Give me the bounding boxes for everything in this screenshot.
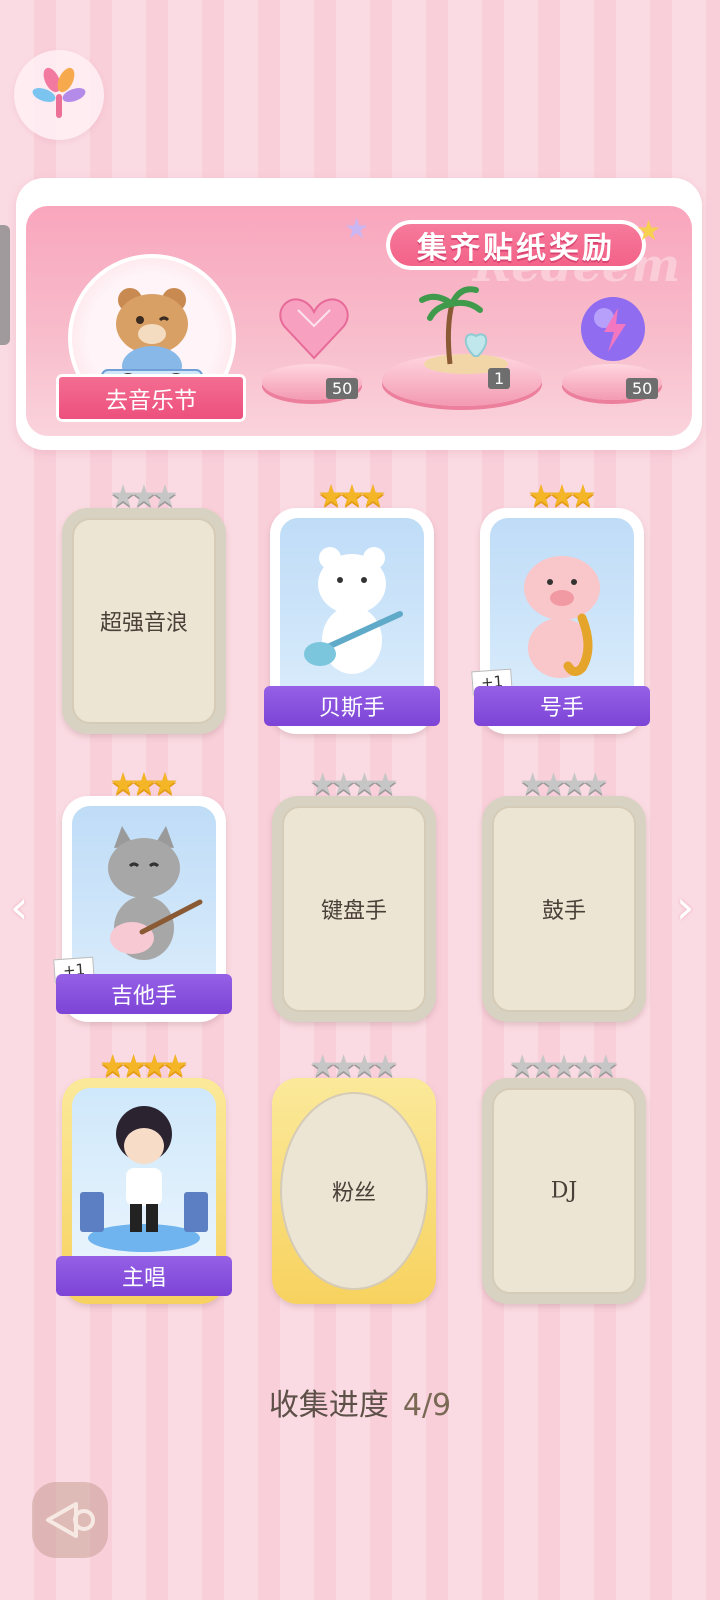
- card-art: [72, 806, 216, 982]
- reward-lightning-orb[interactable]: [578, 294, 648, 368]
- reward-count: 1: [488, 368, 511, 389]
- reward-count: 50: [626, 378, 659, 399]
- card-art: [72, 1088, 216, 1264]
- star-rating: ★★★★: [309, 1049, 399, 1084]
- card-name-banner: 号手: [474, 686, 650, 726]
- star-rating: ★★★★: [99, 1049, 189, 1084]
- cat-guitar-icon: [108, 826, 203, 960]
- pig-saxophone-icon: [524, 556, 600, 678]
- sticker-card-fan-locked[interactable]: ★★★★ 粉丝: [272, 1052, 436, 1304]
- bear-bassist-icon: [304, 547, 403, 674]
- pinwheel-logo-button[interactable]: [14, 50, 104, 140]
- star-rating: ★★★: [317, 479, 387, 514]
- back-arrow-icon: [46, 1502, 95, 1538]
- reward-count: 50: [326, 378, 359, 399]
- banner-title-ribbon: 集齐贴纸奖励: [386, 220, 646, 270]
- card-label: 吉他手: [110, 984, 177, 1009]
- card-name-banner: 贝斯手: [264, 686, 440, 726]
- collection-progress: 收集进度 4/9: [0, 1380, 720, 1424]
- reward-heart-gem[interactable]: [278, 296, 350, 366]
- star-icon: ★: [636, 214, 662, 247]
- sticker-card-guitarist[interactable]: ★★★ +1 吉他手: [53, 770, 232, 1022]
- go-music-festival-label: 去音乐节: [105, 388, 197, 414]
- sticker-card-locked[interactable]: ★★★ 超强音浪: [62, 482, 226, 734]
- pink-heart-gem-icon: [279, 298, 349, 360]
- banner-background: Redeem 集齐贴纸奖励 ★ ★ 去音乐节: [26, 206, 692, 436]
- card-label: 超强音浪: [99, 611, 189, 636]
- card-label: 键盘手: [320, 899, 388, 924]
- side-drawer-handle[interactable]: [0, 225, 10, 345]
- previous-page-arrow-icon[interactable]: ‹: [10, 880, 28, 934]
- go-music-festival-button[interactable]: 去音乐节: [56, 374, 246, 422]
- card-art: [490, 518, 634, 694]
- card-name-banner: 吉他手: [56, 974, 232, 1014]
- progress-label: 收集进度: [268, 1388, 389, 1423]
- sticker-card-vocalist[interactable]: ★★★★ 主唱: [56, 1052, 232, 1304]
- reward-palm-island[interactable]: [416, 278, 516, 382]
- card-label: 鼓手: [541, 899, 587, 924]
- star-rating: ★★★★: [519, 767, 609, 802]
- star-rating: ★★★: [527, 479, 597, 514]
- sticker-reward-banner: Redeem 集齐贴纸奖励 ★ ★ 去音乐节: [16, 178, 702, 450]
- card-label: 贝斯手: [318, 696, 385, 721]
- star-rating: ★★★: [109, 479, 179, 514]
- card-name-banner: 主唱: [56, 1256, 232, 1296]
- star-rating: ★★★★★: [508, 1049, 620, 1084]
- sticker-card-keyboardist-locked[interactable]: ★★★★ 键盘手: [272, 770, 436, 1022]
- card-art: [280, 518, 424, 694]
- back-button[interactable]: [32, 1482, 108, 1558]
- next-page-arrow-icon[interactable]: ›: [676, 880, 694, 934]
- sticker-card-drummer-locked[interactable]: ★★★★ 鼓手: [482, 770, 646, 1022]
- lightning-orb-icon: [581, 297, 645, 361]
- card-label: 号手: [539, 696, 584, 721]
- card-label: 粉丝: [331, 1181, 377, 1206]
- sticker-card-dj-locked[interactable]: ★★★★★ DJ: [482, 1052, 646, 1304]
- card-label: DJ: [550, 1178, 578, 1204]
- palm-island-icon: [419, 286, 508, 374]
- singer-boy-icon: [80, 1106, 208, 1252]
- progress-value: 4/9: [402, 1388, 452, 1423]
- pinwheel-icon: [32, 67, 86, 118]
- star-icon: ★: [344, 212, 370, 245]
- sticker-card-bassist[interactable]: ★★★ 贝斯手: [264, 482, 440, 734]
- sticker-card-trumpeter[interactable]: ★★★ +1 号手: [471, 482, 650, 734]
- star-rating: ★★★★: [309, 767, 399, 802]
- banner-title: 集齐贴纸奖励: [417, 231, 615, 266]
- star-rating: ★★★: [109, 767, 179, 802]
- card-label: 主唱: [121, 1266, 166, 1291]
